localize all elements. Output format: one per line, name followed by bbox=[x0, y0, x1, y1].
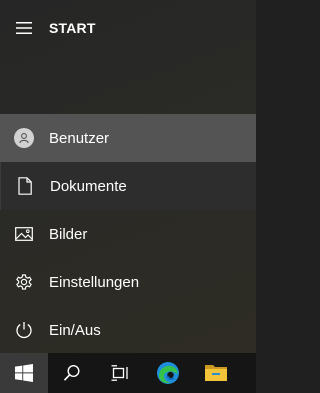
start-button[interactable] bbox=[0, 353, 48, 393]
user-avatar-icon bbox=[14, 128, 34, 148]
menu-item-label: Benutzer bbox=[49, 129, 110, 147]
search-icon bbox=[63, 364, 80, 381]
menu-item-label: Bilder bbox=[49, 225, 88, 243]
search-button[interactable] bbox=[48, 353, 96, 393]
menu-item-label: Ein/Aus bbox=[49, 321, 101, 339]
menu-item-label: Einstellungen bbox=[49, 273, 140, 291]
start-menu-items: Benutzer Dokumente Bilder Einstellungen … bbox=[0, 114, 256, 354]
task-view-icon bbox=[111, 365, 128, 381]
file-explorer-icon bbox=[205, 365, 227, 381]
menu-item-benutzer[interactable]: Benutzer bbox=[0, 114, 256, 162]
power-icon bbox=[16, 322, 32, 339]
menu-item-label: Dokumente bbox=[50, 177, 127, 195]
windows-start-icon bbox=[15, 364, 33, 382]
start-menu: START Benutzer Dokumente Bilder Einstell… bbox=[0, 0, 256, 353]
pictures-icon bbox=[15, 227, 33, 241]
task-view-button[interactable] bbox=[96, 353, 144, 393]
menu-item-einstellungen[interactable]: Einstellungen bbox=[0, 258, 256, 306]
start-title: START bbox=[49, 20, 96, 36]
menu-item-ein-aus[interactable]: Ein/Aus bbox=[0, 306, 256, 354]
file-explorer-button[interactable] bbox=[192, 353, 240, 393]
edge-button[interactable] bbox=[144, 353, 192, 393]
edge-icon bbox=[157, 362, 179, 384]
taskbar bbox=[0, 353, 256, 393]
hamburger-icon[interactable] bbox=[0, 8, 48, 48]
menu-item-bilder[interactable]: Bilder bbox=[0, 210, 256, 258]
menu-item-dokumente[interactable]: Dokumente bbox=[0, 162, 256, 210]
gear-icon bbox=[16, 274, 32, 290]
start-menu-header: START bbox=[0, 8, 256, 48]
document-icon bbox=[18, 177, 32, 195]
